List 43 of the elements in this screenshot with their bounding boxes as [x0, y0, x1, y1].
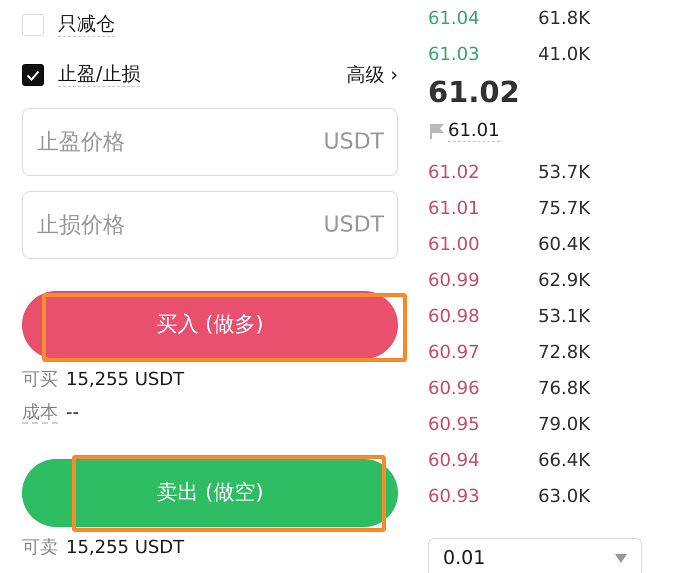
info-label: 可卖: [22, 536, 58, 560]
option-label: 只减仓: [58, 13, 115, 37]
amount: 53.1K: [538, 304, 590, 328]
amount: 72.8K: [538, 340, 590, 364]
amount: 53.7K: [538, 160, 590, 184]
checkbox[interactable]: [22, 64, 44, 86]
amount: 61.8K: [538, 6, 590, 30]
price: 60.99: [428, 268, 480, 292]
amount: 60.4K: [538, 232, 590, 256]
price: 60.96: [428, 376, 480, 400]
info-value: --: [66, 401, 79, 425]
last-price: 61.02: [428, 74, 521, 112]
price: 60.93: [428, 484, 480, 508]
price: 60.97: [428, 340, 480, 364]
price: 60.98: [428, 304, 480, 328]
option-label: 止盈/止损: [58, 63, 140, 87]
info-value: 15,255 USDT: [66, 536, 184, 560]
check-icon: [26, 70, 40, 80]
price: 61.04: [428, 6, 480, 30]
price: 60.94: [428, 448, 480, 472]
caret-icon: [615, 554, 627, 562]
price: 61.00: [428, 232, 480, 256]
amount: 76.8K: [538, 376, 590, 400]
price: 61.03: [428, 42, 480, 66]
unit-label: USDT: [324, 212, 384, 240]
amount: 41.0K: [538, 42, 590, 66]
info-value: 15,255 USDT: [66, 368, 184, 392]
amount: 75.7K: [538, 196, 590, 220]
buy-button[interactable]: 买入 (做多): [22, 291, 398, 359]
mark-price: 61.01: [448, 120, 500, 142]
price: 60.95: [428, 412, 480, 436]
flag-icon: [428, 122, 446, 140]
unit-label: USDT: [324, 128, 384, 156]
amount: 62.9K: [538, 268, 590, 292]
precision-select[interactable]: 0.01: [428, 538, 642, 573]
price: 61.02: [428, 160, 480, 184]
amount: 66.4K: [538, 448, 590, 472]
info-label: 成本: [22, 401, 58, 425]
price: 61.01: [428, 196, 480, 220]
info-label: 可买: [22, 368, 58, 392]
amount: 63.0K: [538, 484, 590, 508]
amount: 79.0K: [538, 412, 590, 436]
advanced-link[interactable]: 高级 ›: [346, 60, 398, 90]
